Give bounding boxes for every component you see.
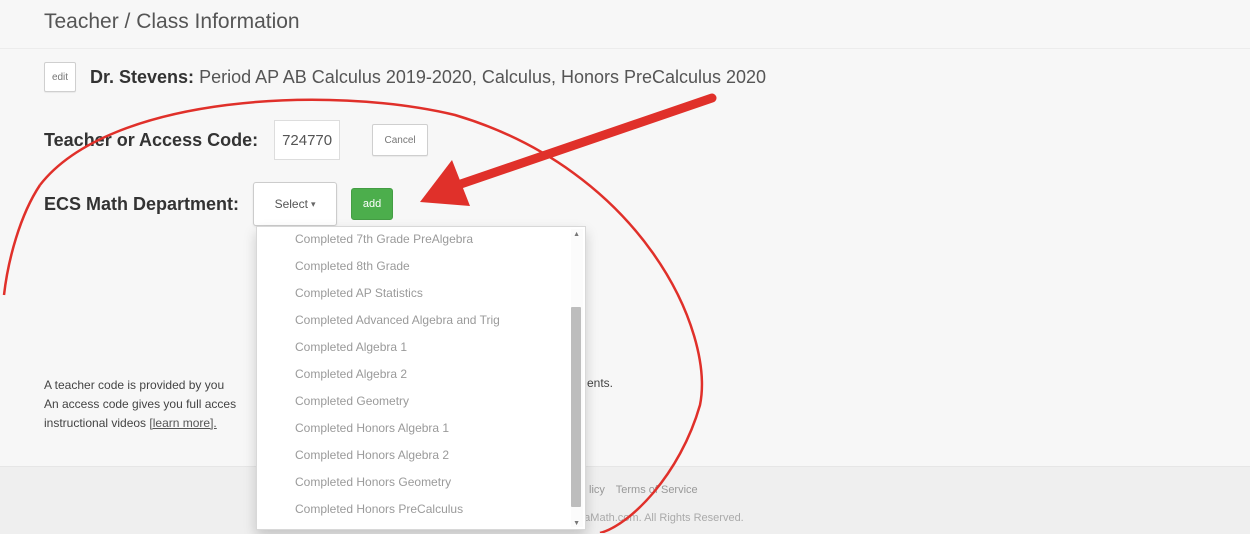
dropdown-option[interactable]: Completed Honors Algebra 1	[295, 421, 449, 435]
dropdown-option[interactable]: Completed AP Statistics	[295, 286, 423, 300]
dropdown-option[interactable]: Completed Geometry	[295, 394, 409, 408]
caret-down-icon: ▾	[310, 198, 316, 209]
cancel-button[interactable]: Cancel	[372, 124, 429, 156]
class-info-text: Dr. Stevens: Period AP AB Calculus 2019-…	[90, 67, 766, 88]
class-list: Period AP AB Calculus 2019-2020, Calculu…	[199, 66, 767, 87]
dropdown-option[interactable]: Completed Advanced Algebra and Trig	[295, 313, 500, 327]
footer-link-privacy[interactable]: licy	[589, 484, 605, 496]
help-text-tail: ents.	[587, 376, 614, 390]
divider	[0, 48, 1250, 49]
help-text: A teacher code is provided by you An acc…	[44, 376, 236, 433]
edit-button[interactable]: edit	[44, 62, 76, 92]
access-code-label: Teacher or Access Code:	[44, 129, 259, 150]
select-label: Select	[274, 197, 308, 211]
dropdown-option[interactable]: Completed Honors Algebra 2	[295, 448, 449, 462]
department-select[interactable]: Select ▾	[253, 182, 338, 226]
dropdown-option[interactable]: Completed Honors Geometry	[295, 475, 451, 489]
access-code-input[interactable]	[274, 120, 341, 160]
scrollbar-thumb[interactable]	[571, 307, 581, 507]
annotation-arrow-shaft	[450, 93, 717, 191]
section-title: Teacher / Class Information	[44, 10, 300, 33]
class-info-row: edit Dr. Stevens: Period AP AB Calculus …	[44, 62, 766, 92]
scroll-up-icon[interactable]: ▲	[573, 231, 580, 238]
help-line-text: instructional videos	[44, 416, 147, 430]
department-row: ECS Math Department: Select ▾ add	[44, 182, 394, 226]
footer-links: licy Terms of Service	[589, 484, 706, 496]
dropdown-option[interactable]: Completed 8th Grade	[295, 259, 410, 273]
department-dropdown: Completed 7th Grade PreAlgebra Completed…	[256, 226, 586, 530]
footer-link-terms[interactable]: Terms of Service	[616, 484, 698, 496]
dropdown-option[interactable]: Completed Algebra 2	[295, 367, 407, 381]
help-line: A teacher code is provided by you	[44, 378, 225, 392]
help-line: instructional videos [learn more].	[44, 414, 236, 433]
department-label: ECS Math Department:	[44, 193, 240, 214]
dropdown-option[interactable]: Completed Algebra 1	[295, 340, 407, 354]
access-code-row: Teacher or Access Code: Cancel	[44, 120, 429, 160]
dropdown-option[interactable]: Completed 7th Grade PreAlgebra	[295, 232, 473, 246]
annotation-circle-left	[2, 184, 42, 296]
learn-more-link[interactable]: [learn more].	[149, 416, 216, 430]
teacher-name: Dr. Stevens:	[90, 66, 195, 87]
dropdown-option[interactable]: Completed Honors PreCalculus	[295, 502, 463, 516]
footer-copyright: thaMath.com. All Rights Reserved.	[575, 512, 744, 524]
add-button[interactable]: add	[351, 188, 394, 220]
annotation-arrow-head	[420, 160, 470, 206]
help-line: An access code gives you full acces	[44, 397, 237, 411]
scroll-down-icon[interactable]: ▼	[573, 520, 580, 527]
